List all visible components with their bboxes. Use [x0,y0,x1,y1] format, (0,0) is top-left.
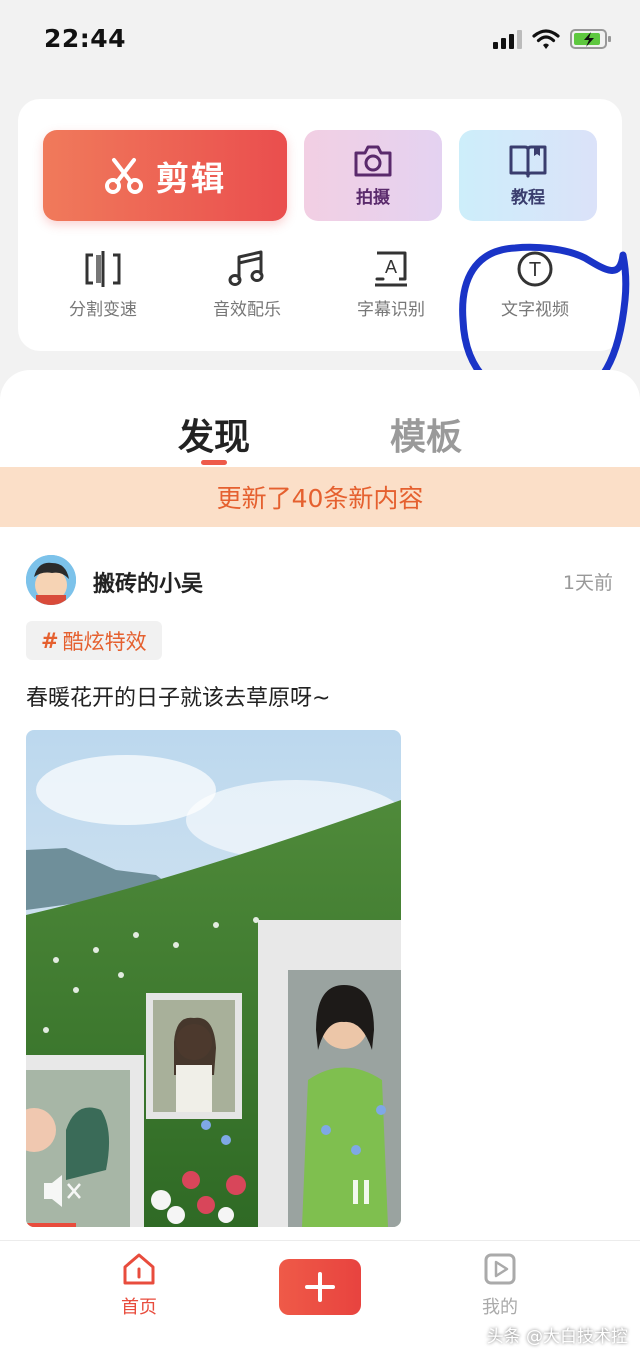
nav-home[interactable]: 首页 [109,1251,169,1319]
mini-tools: 分割变速 音效配乐 A 字幕识别 T 文字视频 [18,249,622,329]
nav-mine[interactable]: 我的 [470,1251,530,1319]
author-name[interactable]: 搬砖的小吴 [93,566,203,598]
split-speed-button[interactable]: 分割变速 [33,249,173,320]
active-tab-indicator [201,460,227,465]
text-video-button[interactable]: T 文字视频 [465,249,605,320]
home-icon [123,1253,155,1285]
post-time: 1天前 [562,572,613,594]
play-square-icon [484,1253,516,1285]
subtitle-recognize-icon: A [375,251,407,287]
avatar[interactable] [26,555,76,605]
status-time: 22:44 [44,24,127,53]
split-speed-label: 分割变速 [69,300,137,320]
music-note-icon [228,250,264,286]
tutorial-button-label: 教程 [511,188,545,208]
svg-text:T: T [529,259,541,281]
create-button[interactable] [279,1259,361,1315]
signal-icon [493,30,522,49]
camera-icon [354,145,392,177]
subtitle-recognize-label: 字幕识别 [357,300,425,320]
edit-button[interactable]: 剪辑 [43,130,287,221]
avatar-image [26,555,76,605]
status-bar: 22:44 [0,0,640,80]
post-text: 春暖花开的日子就该去草原呀~ [26,686,331,711]
battery-icon [570,29,611,49]
book-icon [509,145,547,178]
tab-template[interactable]: 模板 [390,408,462,460]
music-label: 音效配乐 [213,300,281,320]
scissors-icon [105,157,143,194]
nav-mine-label: 我的 [482,1297,518,1318]
status-icons [492,28,612,50]
music-button[interactable]: 音效配乐 [177,249,317,320]
shoot-button-label: 拍摄 [356,188,390,208]
split-speed-icon [85,251,121,287]
subtitle-recognize-button[interactable]: A 字幕识别 [321,249,461,320]
text-video-label: 文字视频 [501,300,569,320]
nav-home-label: 首页 [121,1297,157,1318]
meadow-collage-image [26,730,401,1227]
feed-panel: 发现 模板 更新了40条新内容 搬砖的小吴 1天前 # 酷炫特效 春暖花开的日子… [0,370,640,1250]
tutorial-button[interactable]: 教程 [459,130,597,221]
feed-tabs: 发现 模板 [0,370,640,466]
svg-text:A: A [385,257,397,277]
shoot-button[interactable]: 拍摄 [304,130,442,221]
hash-icon: # [41,628,59,653]
topic-tag[interactable]: # 酷炫特效 [26,621,162,660]
wifi-icon [532,29,560,49]
tools-card: 剪辑 拍摄 教程 分割变速 音效配乐 A 字幕识别 T 文字视频 [18,99,622,351]
plus-icon [305,1272,335,1302]
tab-discover[interactable]: 发现 [178,408,250,460]
watermark: 头条 @大白技术控 [486,1327,628,1347]
edit-button-label: 剪辑 [156,158,226,198]
text-video-icon: T [517,251,553,287]
update-banner[interactable]: 更新了40条新内容 [0,467,640,527]
post-video-thumbnail[interactable] [26,730,401,1227]
topic-tag-label: 酷炫特效 [62,629,147,654]
